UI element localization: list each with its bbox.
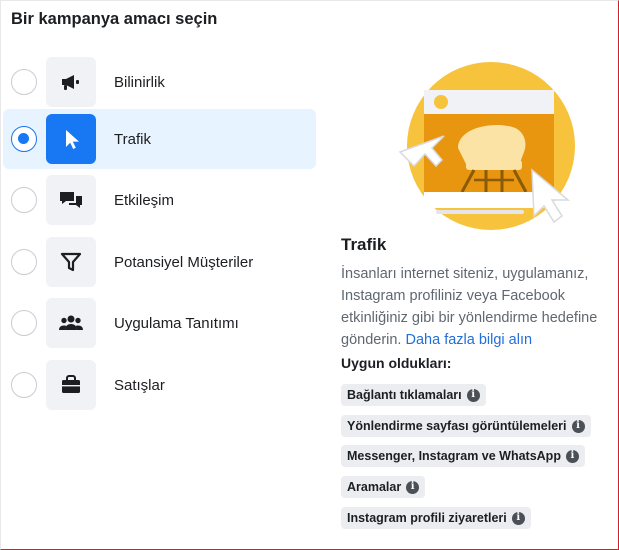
suitable-chip: Instagram profili ziyaretleri i <box>341 507 531 529</box>
suitable-for-heading: Uygun oldukları: <box>341 355 452 371</box>
cursor-icon <box>46 114 96 164</box>
objective-label: Potansiyel Müşteriler <box>114 253 254 271</box>
objective-label: Etkileşim <box>114 191 175 209</box>
radio-button[interactable] <box>11 69 37 95</box>
radio-button[interactable] <box>11 187 37 213</box>
info-icon[interactable]: i <box>406 480 420 494</box>
suitable-chip: Bağlantı tıklamaları i <box>341 384 486 406</box>
page-title: Bir kampanya amacı seçin <box>11 10 218 28</box>
funnel-icon <box>46 237 96 287</box>
shopping-bag-icon <box>46 360 96 410</box>
objective-description: İnsanları internet siteniz, uygulamanız,… <box>341 263 617 351</box>
objective-label: Satışlar <box>114 376 165 394</box>
people-icon <box>46 298 96 348</box>
radio-button[interactable] <box>11 249 37 275</box>
objective-option-engagement[interactable]: Etkileşim <box>3 170 316 230</box>
objective-label: Trafik <box>114 130 151 148</box>
chip-label: Yönlendirme sayfası görüntülemeleri <box>347 419 567 433</box>
objective-option-app-promotion[interactable]: Uygulama Tanıtımı <box>3 293 316 353</box>
info-icon[interactable]: i <box>571 419 585 433</box>
chip-label: Instagram profili ziyaretleri <box>347 511 507 525</box>
suitable-chip: Messenger, Instagram ve WhatsApp i <box>341 445 585 467</box>
info-icon[interactable]: i <box>511 511 525 525</box>
radio-button-checked[interactable] <box>11 126 37 152</box>
suitable-chip: Aramalar i <box>341 476 426 498</box>
info-icon[interactable]: i <box>466 388 480 402</box>
chip-label: Bağlantı tıklamaları <box>347 388 462 402</box>
objective-option-sales[interactable]: Satışlar <box>3 355 316 415</box>
objective-option-traffic[interactable]: Trafik <box>3 109 316 169</box>
learn-more-link[interactable]: Daha fazla bilgi alın <box>406 332 533 348</box>
info-icon[interactable]: i <box>565 449 579 463</box>
traffic-illustration <box>398 62 575 230</box>
megaphone-icon <box>46 57 96 107</box>
chip-label: Aramalar <box>347 480 402 494</box>
objective-option-leads[interactable]: Potansiyel Müşteriler <box>3 232 316 292</box>
chip-label: Messenger, Instagram ve WhatsApp <box>347 449 561 463</box>
objective-label: Uygulama Tanıtımı <box>114 314 239 332</box>
radio-button[interactable] <box>11 372 37 398</box>
objective-option-awareness[interactable]: Bilinirlik <box>3 52 316 112</box>
radio-button[interactable] <box>11 310 37 336</box>
objective-detail-title: Trafik <box>341 235 387 254</box>
objective-label: Bilinirlik <box>114 73 165 91</box>
chat-bubbles-icon <box>46 175 96 225</box>
suitable-chip: Yönlendirme sayfası görüntülemeleri i <box>341 415 591 437</box>
